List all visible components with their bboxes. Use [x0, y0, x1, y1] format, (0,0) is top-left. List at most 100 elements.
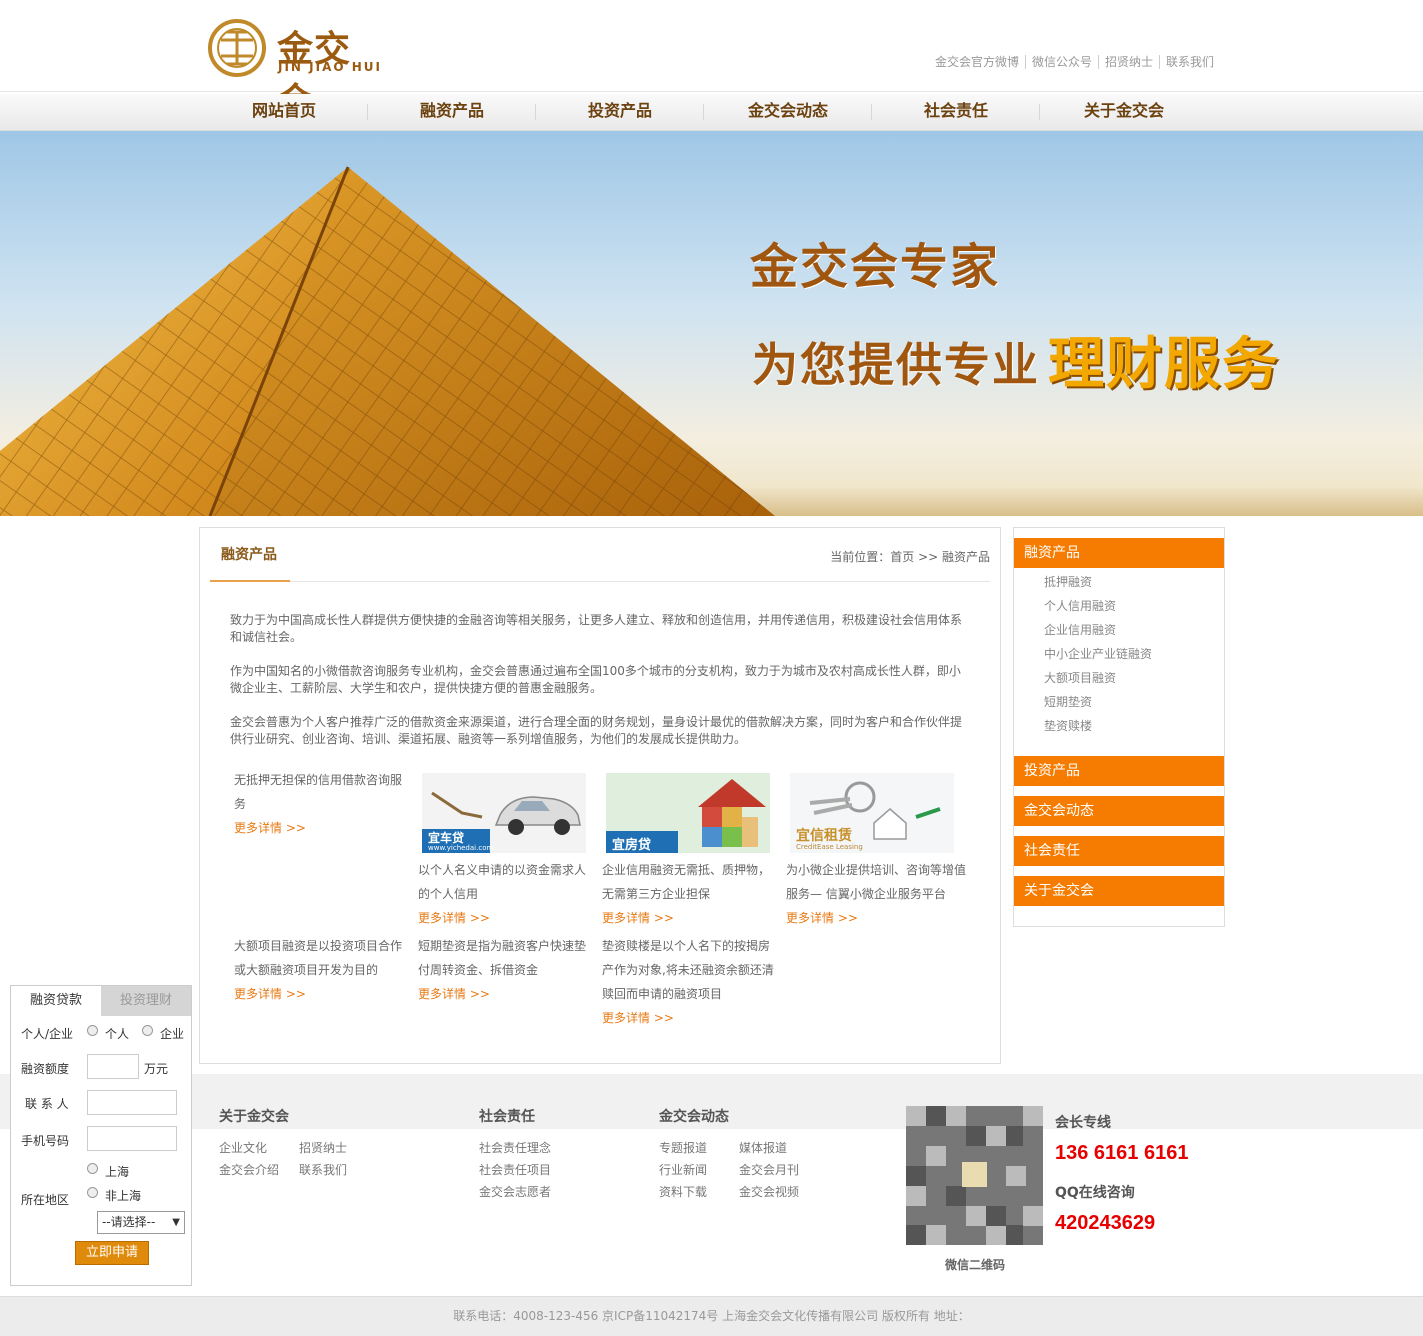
- qq-number: 420243629: [1055, 1212, 1156, 1234]
- banner-subheadline: 为您提供专业 理财服务: [752, 317, 1280, 398]
- sidebar-item-investment[interactable]: 投资产品: [1014, 756, 1224, 786]
- qr-caption: 微信二维码: [945, 1258, 1006, 1272]
- hotline-label: 会长专线: [1055, 1115, 1111, 1131]
- footer-link[interactable]: 企业文化: [219, 1139, 267, 1156]
- sidebar-subitem[interactable]: 大额项目融资: [1044, 669, 1116, 686]
- sidebar-subitem[interactable]: 短期垫资: [1044, 693, 1092, 710]
- product-desc: 为小微企业提供培训、咨询等增值服务— 信翼小微企业服务平台: [786, 863, 967, 901]
- tab-investment[interactable]: 投资理财: [101, 986, 191, 1016]
- sidebar-subitem[interactable]: 个人信用融资: [1044, 597, 1116, 614]
- nav-investment[interactable]: 投资产品: [536, 94, 704, 131]
- product-desc: 短期垫资是指为融资客户快速垫付周转资金、拆借资金: [418, 939, 587, 977]
- site-header: 金交会 JIN JIAO HUI 金交会官方微博 微信公众号 招贤纳士 联系我们: [0, 0, 1423, 122]
- product-desc: 大额项目融资是以投资项目合作或大额融资项目开发为目的: [234, 939, 403, 977]
- product-item: 以个人名义申请的以资金需求人的个人信用 更多详情 >>: [418, 858, 590, 930]
- radio-non-shanghai[interactable]: [87, 1187, 98, 1198]
- sidebar-item-responsibility[interactable]: 社会责任: [1014, 836, 1224, 866]
- hotline-number: 136 6161 6161: [1055, 1142, 1189, 1164]
- sidebar-item-financing[interactable]: 融资产品: [1014, 538, 1224, 568]
- radio-non-shanghai-label: 非上海: [105, 1189, 142, 1203]
- footer-link[interactable]: 专题报道: [659, 1139, 707, 1156]
- footer-link[interactable]: 联系我们: [299, 1161, 347, 1178]
- top-link-weibo[interactable]: 金交会官方微博: [929, 55, 1025, 69]
- radio-enterprise[interactable]: [142, 1025, 153, 1036]
- sidebar-subitem[interactable]: 抵押融资: [1044, 573, 1092, 590]
- breadcrumb[interactable]: 当前位置：首页 >> 融资产品: [830, 548, 990, 565]
- content-header: 融资产品 当前位置：首页 >> 融资产品: [210, 538, 990, 582]
- sidebar-subitem[interactable]: 垫资赎楼: [1044, 717, 1092, 734]
- page-title: 融资产品: [210, 538, 290, 582]
- submit-button[interactable]: 立即申请: [75, 1241, 149, 1265]
- footer-link[interactable]: 招贤纳士: [299, 1139, 347, 1156]
- logo-subtext: JIN JIAO HUI: [278, 60, 382, 74]
- more-link[interactable]: 更多详情 >>: [418, 906, 590, 930]
- main-nav: 网站首页 融资产品 投资产品 金交会动态 社会责任 关于金交会: [0, 94, 1423, 131]
- top-link-wechat[interactable]: 微信公众号: [1024, 55, 1098, 69]
- tab-financing-loan[interactable]: 融资贷款: [11, 986, 101, 1016]
- radio-personal-label: 个人: [105, 1027, 130, 1041]
- top-links: 金交会官方微博 微信公众号 招贤纳士 联系我们: [929, 55, 1220, 69]
- region-select-value: --请选择--: [102, 1215, 156, 1229]
- sidebar-item-news[interactable]: 金交会动态: [1014, 796, 1224, 826]
- content-panel: 融资产品 当前位置：首页 >> 融资产品 致力于为中国高成长性人群提供方便快捷的…: [199, 527, 1001, 1064]
- application-form: 融资贷款 投资理财 个人/企业 个人 企业 融资额度 万元 联 系 人 手机号码…: [10, 985, 192, 1286]
- footer-link[interactable]: 金交会视频: [739, 1183, 799, 1200]
- amount-unit: 万元: [144, 1062, 169, 1076]
- banner-headline: 金交会专家: [750, 239, 1001, 295]
- car-loan-url: www.yichedai.com: [428, 844, 494, 852]
- product-desc: 垫资赎楼是以个人名下的按揭房产作为对象,将未还融资余额还清赎回而申请的融资项目: [602, 939, 774, 1001]
- region-select[interactable]: --请选择-- ▼: [97, 1211, 185, 1234]
- footer-link[interactable]: 社会责任项目: [479, 1161, 551, 1178]
- house-loan-image[interactable]: 宜房贷: [606, 773, 770, 853]
- wechat-qr-code: [906, 1106, 1043, 1245]
- footer-link[interactable]: 金交会志愿者: [479, 1183, 551, 1200]
- phone-input[interactable]: [87, 1126, 177, 1151]
- contact-input[interactable]: [87, 1090, 177, 1115]
- more-link[interactable]: 更多详情 >>: [234, 816, 406, 840]
- product-desc: 以个人名义申请的以资金需求人的个人信用: [418, 863, 587, 901]
- radio-personal[interactable]: [87, 1025, 98, 1036]
- footer-link[interactable]: 金交会月刊: [739, 1161, 799, 1178]
- footer-col-title: 关于金交会: [219, 1109, 289, 1125]
- top-link-jobs[interactable]: 招贤纳士: [1097, 55, 1159, 69]
- footer-link[interactable]: 资料下载: [659, 1183, 707, 1200]
- more-link[interactable]: 更多详情 >>: [234, 982, 406, 1006]
- sidebar-subitem[interactable]: 企业信用融资: [1044, 621, 1116, 638]
- banner-subheadline-text: 为您提供专业: [752, 338, 1040, 392]
- product-item: 为小微企业提供培训、咨询等增值服务— 信翼小微企业服务平台 更多详情 >>: [786, 858, 966, 930]
- leasing-image[interactable]: 宜信租赁 CreditEase Leasing: [790, 773, 954, 853]
- top-link-contact[interactable]: 联系我们: [1158, 55, 1220, 69]
- intro-paragraph-1: 致力于为中国高成长性人群提供方便快捷的金融咨询等相关服务，让更多人建立、释放和创…: [230, 613, 963, 644]
- more-link[interactable]: 更多详情 >>: [602, 1006, 774, 1030]
- radio-shanghai[interactable]: [87, 1163, 98, 1174]
- product-desc: 企业信用融资无需抵、质押物，无需第三方企业担保: [602, 863, 771, 901]
- nav-responsibility[interactable]: 社会责任: [872, 94, 1040, 131]
- nav-news[interactable]: 金交会动态: [704, 94, 872, 131]
- type-label: 个人/企业: [21, 1027, 74, 1041]
- chevron-down-icon: ▼: [172, 1217, 180, 1228]
- leasing-sub: CreditEase Leasing: [796, 843, 863, 851]
- footer-link[interactable]: 金交会介绍: [219, 1161, 279, 1178]
- sidebar-subitem[interactable]: 中小企业产业链融资: [1044, 645, 1152, 662]
- leasing-label: 宜信租赁: [796, 828, 852, 844]
- product-item: 短期垫资是指为融资客户快速垫付周转资金、拆借资金 更多详情 >>: [418, 934, 590, 1006]
- copyright-bar: 联系电话：4008-123-456 京ICP备11042174号 上海金交会文化…: [0, 1296, 1423, 1336]
- car-loan-image[interactable]: 宜车贷 www.yichedai.com: [422, 773, 586, 853]
- amount-input[interactable]: [87, 1054, 139, 1079]
- intro-paragraph-2: 作为中国知名的小微借款咨询服务专业机构，金交会普惠通过遍布全国100多个城市的分…: [230, 664, 961, 695]
- product-item: 无抵押无担保的信用借款咨询服务 更多详情 >>: [234, 768, 406, 840]
- sidebar-item-about[interactable]: 关于金交会: [1014, 876, 1224, 906]
- more-link[interactable]: 更多详情 >>: [786, 906, 966, 930]
- site-logo[interactable]: 金交会 JIN JIAO HUI: [207, 18, 387, 122]
- footer-link[interactable]: 行业新闻: [659, 1161, 707, 1178]
- footer-link[interactable]: 社会责任理念: [479, 1139, 551, 1156]
- footer-col-title: 社会责任: [479, 1109, 535, 1125]
- more-link[interactable]: 更多详情 >>: [602, 906, 774, 930]
- more-link[interactable]: 更多详情 >>: [418, 982, 590, 1006]
- phone-label: 手机号码: [21, 1134, 70, 1148]
- nav-home[interactable]: 网站首页: [200, 94, 368, 131]
- radio-enterprise-label: 企业: [160, 1027, 185, 1041]
- footer-link[interactable]: 媒体报道: [739, 1139, 787, 1156]
- nav-financing[interactable]: 融资产品: [368, 94, 536, 131]
- nav-about[interactable]: 关于金交会: [1040, 94, 1208, 131]
